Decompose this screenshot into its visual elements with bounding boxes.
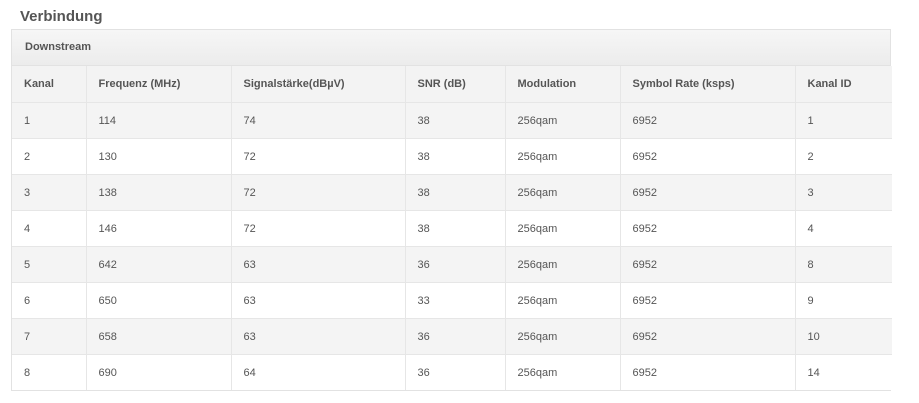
cell-frequenz: 146 — [86, 210, 232, 247]
cell-modulation: 256qam — [505, 210, 621, 247]
cell-kanal: 1 — [12, 102, 87, 139]
column-header-symbol-rate: Symbol Rate (ksps) — [620, 66, 796, 103]
cell-signalstaerke: 64 — [231, 354, 406, 390]
cell-kanal: 7 — [12, 318, 87, 355]
cell-kanal: 5 — [12, 246, 87, 283]
section-title: Verbindung — [20, 8, 103, 25]
downstream-panel: Downstream Kanal Frequenz (MHz) Signalst… — [11, 29, 892, 391]
cell-symbol-rate: 6952 — [620, 318, 796, 355]
cell-kanal-id: 9 — [795, 282, 892, 319]
cell-modulation: 256qam — [505, 174, 621, 211]
cell-signalstaerke: 72 — [231, 138, 406, 175]
cell-modulation: 256qam — [505, 102, 621, 139]
cell-frequenz: 650 — [86, 282, 232, 319]
cell-snr: 36 — [405, 246, 506, 283]
table-row: 2 130 72 38 256qam 6952 2 — [12, 138, 892, 175]
cell-frequenz: 130 — [86, 138, 232, 175]
cell-modulation: 256qam — [505, 354, 621, 390]
cell-symbol-rate: 6952 — [620, 138, 796, 175]
column-header-kanal-id: Kanal ID — [795, 66, 892, 103]
cell-kanal-id: 1 — [795, 102, 892, 139]
column-header-frequenz: Frequenz (MHz) — [86, 66, 232, 103]
table-header-row: Kanal Frequenz (MHz) Signalstärke(dBµV) … — [12, 66, 892, 103]
table-row: 8 690 64 36 256qam 6952 14 — [12, 354, 892, 390]
cell-symbol-rate: 6952 — [620, 246, 796, 283]
cell-symbol-rate: 6952 — [620, 354, 796, 390]
cell-symbol-rate: 6952 — [620, 102, 796, 139]
cell-snr: 38 — [405, 102, 506, 139]
cell-signalstaerke: 63 — [231, 318, 406, 355]
cell-kanal-id: 14 — [795, 354, 892, 390]
cell-frequenz: 690 — [86, 354, 232, 390]
column-header-modulation: Modulation — [505, 66, 621, 103]
cell-frequenz: 114 — [86, 102, 232, 139]
cell-frequenz: 138 — [86, 174, 232, 211]
cell-signalstaerke: 72 — [231, 210, 406, 247]
cell-signalstaerke: 63 — [231, 246, 406, 283]
cell-snr: 38 — [405, 210, 506, 247]
panel-title: Downstream — [12, 30, 890, 66]
cell-kanal: 8 — [12, 354, 87, 390]
cell-modulation: 256qam — [505, 318, 621, 355]
cell-kanal: 6 — [12, 282, 87, 319]
cell-signalstaerke: 63 — [231, 282, 406, 319]
cell-snr: 36 — [405, 318, 506, 355]
column-header-kanal: Kanal — [12, 66, 87, 103]
column-header-signalstaerke: Signalstärke(dBµV) — [231, 66, 406, 103]
cell-signalstaerke: 74 — [231, 102, 406, 139]
cell-modulation: 256qam — [505, 246, 621, 283]
cell-snr: 33 — [405, 282, 506, 319]
cell-frequenz: 642 — [86, 246, 232, 283]
cell-kanal-id: 3 — [795, 174, 892, 211]
table-row: 1 114 74 38 256qam 6952 1 — [12, 102, 892, 139]
cell-snr: 36 — [405, 354, 506, 390]
cell-frequenz: 658 — [86, 318, 232, 355]
cell-kanal-id: 4 — [795, 210, 892, 247]
cell-modulation: 256qam — [505, 282, 621, 319]
cell-symbol-rate: 6952 — [620, 210, 796, 247]
table-row: 3 138 72 38 256qam 6952 3 — [12, 174, 892, 211]
table-row: 5 642 63 36 256qam 6952 8 — [12, 246, 892, 283]
column-header-snr: SNR (dB) — [405, 66, 506, 103]
downstream-table: Kanal Frequenz (MHz) Signalstärke(dBµV) … — [12, 66, 892, 390]
page: Verbindung Downstream Kanal Frequenz (MH… — [0, 0, 919, 403]
cell-kanal-id: 2 — [795, 138, 892, 175]
cell-snr: 38 — [405, 138, 506, 175]
table-row: 7 658 63 36 256qam 6952 10 — [12, 318, 892, 355]
cell-kanal: 2 — [12, 138, 87, 175]
table-row: 6 650 63 33 256qam 6952 9 — [12, 282, 892, 319]
cell-signalstaerke: 72 — [231, 174, 406, 211]
cell-kanal: 4 — [12, 210, 87, 247]
cell-snr: 38 — [405, 174, 506, 211]
cell-kanal-id: 10 — [795, 318, 892, 355]
cell-modulation: 256qam — [505, 138, 621, 175]
cell-symbol-rate: 6952 — [620, 174, 796, 211]
cell-symbol-rate: 6952 — [620, 282, 796, 319]
cell-kanal: 3 — [12, 174, 87, 211]
cell-kanal-id: 8 — [795, 246, 892, 283]
table-row: 4 146 72 38 256qam 6952 4 — [12, 210, 892, 247]
